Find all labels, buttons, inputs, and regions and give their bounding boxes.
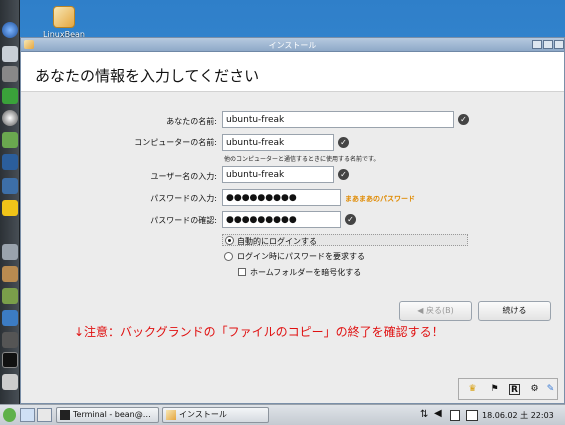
confirm-password-label: パスワードの確認: bbox=[150, 216, 217, 225]
dock-terminal-green-icon[interactable] bbox=[2, 88, 18, 104]
taskbar-install[interactable]: インストール bbox=[162, 407, 269, 423]
terminal-icon bbox=[60, 410, 70, 420]
computer-check-icon: ✓ bbox=[338, 137, 349, 148]
close-button[interactable] bbox=[554, 40, 564, 49]
dock-package-icon[interactable] bbox=[2, 266, 18, 282]
require-password-radio[interactable] bbox=[224, 252, 233, 261]
dock-clock-icon[interactable] bbox=[2, 110, 18, 126]
clock[interactable]: 18.06.02 土 22:03 bbox=[482, 410, 554, 421]
minimize-button[interactable] bbox=[532, 40, 542, 49]
password-strength: まあまあのパスワード bbox=[345, 195, 415, 203]
encrypt-home-label: ホームフォルダーを暗号化する bbox=[250, 268, 362, 277]
auto-login-label: 自動的にログインする bbox=[237, 237, 317, 246]
computer-name-input[interactable]: ubuntu-freak bbox=[222, 134, 334, 151]
username-input[interactable]: ubuntu-freak bbox=[222, 166, 334, 183]
back-button[interactable]: ◀ 戻る(B) bbox=[399, 301, 472, 321]
auto-login-radio[interactable] bbox=[225, 236, 234, 245]
title-bar[interactable]: インストール bbox=[21, 38, 564, 52]
linuxbean-icon bbox=[53, 6, 75, 28]
name-check-icon: ✓ bbox=[458, 114, 469, 125]
calendar-icon[interactable] bbox=[466, 410, 478, 421]
taskbar-terminal[interactable]: Terminal - bean@… bbox=[56, 407, 159, 423]
dock-monitor-icon[interactable] bbox=[2, 178, 18, 194]
dock-chart-icon[interactable] bbox=[2, 332, 18, 348]
workspace-1-button[interactable] bbox=[20, 408, 35, 422]
dock-bird-icon[interactable] bbox=[2, 200, 18, 216]
taskbar-terminal-label: Terminal - bean@… bbox=[73, 410, 151, 419]
password-label: パスワードの入力: bbox=[150, 194, 217, 203]
installer-window: インストール あなたの情報を入力してください あなたの名前: ubuntu-fr… bbox=[20, 37, 565, 404]
start-menu-icon[interactable] bbox=[3, 408, 16, 422]
dock-network-icon[interactable] bbox=[2, 310, 18, 326]
battery-icon[interactable] bbox=[450, 410, 460, 421]
left-dock bbox=[0, 0, 20, 404]
input-method-tray: ♛ ⚑ R ⚙ ✎ bbox=[458, 378, 558, 400]
mode-icon[interactable]: ⚑ bbox=[489, 384, 500, 395]
username-check-icon: ✓ bbox=[338, 169, 349, 180]
eraser-icon[interactable]: ✎ bbox=[545, 384, 556, 395]
dock-terminal-icon[interactable] bbox=[2, 352, 18, 368]
dock-pen-icon[interactable] bbox=[2, 66, 18, 82]
copy-warning-note: ↓注意：バックグランドの「ファイルのコピー」の終了を確認する！ bbox=[74, 325, 444, 339]
computer-name-hint: 他のコンピューターと通信するときに使用する名前です。 bbox=[224, 156, 380, 163]
dock-settings-icon[interactable] bbox=[2, 244, 18, 260]
dock-editor-icon[interactable] bbox=[2, 132, 18, 148]
auto-login-row[interactable]: 自動的にログインする bbox=[222, 234, 468, 246]
dock-globe-icon[interactable] bbox=[2, 22, 18, 38]
window-title: インストール bbox=[268, 41, 317, 50]
encrypt-home-checkbox[interactable] bbox=[238, 268, 246, 276]
desktop-icon-linuxbean[interactable]: LinuxBean bbox=[40, 6, 88, 39]
crown-icon[interactable]: ♛ bbox=[467, 384, 478, 395]
username-label: ユーザー名の入力: bbox=[150, 172, 217, 181]
dock-media-icon[interactable] bbox=[2, 154, 18, 170]
page-header: あなたの情報を入力してください bbox=[21, 52, 564, 92]
taskbar: Terminal - bean@… インストール ⇅ ◀ 18.06.02 土 … bbox=[0, 404, 565, 425]
network-icon[interactable]: ⇅ bbox=[420, 409, 428, 420]
password-input[interactable]: ●●●●●●●●● bbox=[222, 189, 341, 206]
taskbar-install-label: インストール bbox=[179, 410, 227, 419]
computer-name-label: コンピューターの名前: bbox=[134, 138, 217, 147]
dock-download-icon[interactable] bbox=[2, 288, 18, 304]
install-icon bbox=[166, 410, 176, 420]
require-password-label: ログイン時にパスワードを要求する bbox=[237, 252, 365, 261]
maximize-button[interactable] bbox=[543, 40, 553, 49]
roman-icon[interactable]: R bbox=[509, 384, 520, 395]
confirm-check-icon: ✓ bbox=[345, 214, 356, 225]
workspace-2-button[interactable] bbox=[37, 408, 52, 422]
continue-button[interactable]: 続ける bbox=[478, 301, 551, 321]
name-label: あなたの名前: bbox=[166, 117, 217, 126]
name-input[interactable]: ubuntu-freak bbox=[222, 111, 454, 128]
volume-icon[interactable]: ◀ bbox=[434, 408, 442, 419]
confirm-password-input[interactable]: ●●●●●●●●● bbox=[222, 211, 341, 228]
dock-files-icon[interactable] bbox=[2, 46, 18, 62]
settings-icon[interactable]: ⚙ bbox=[529, 384, 540, 395]
page-title: あなたの情報を入力してください bbox=[35, 67, 260, 85]
dock-printer-icon[interactable] bbox=[2, 374, 18, 390]
